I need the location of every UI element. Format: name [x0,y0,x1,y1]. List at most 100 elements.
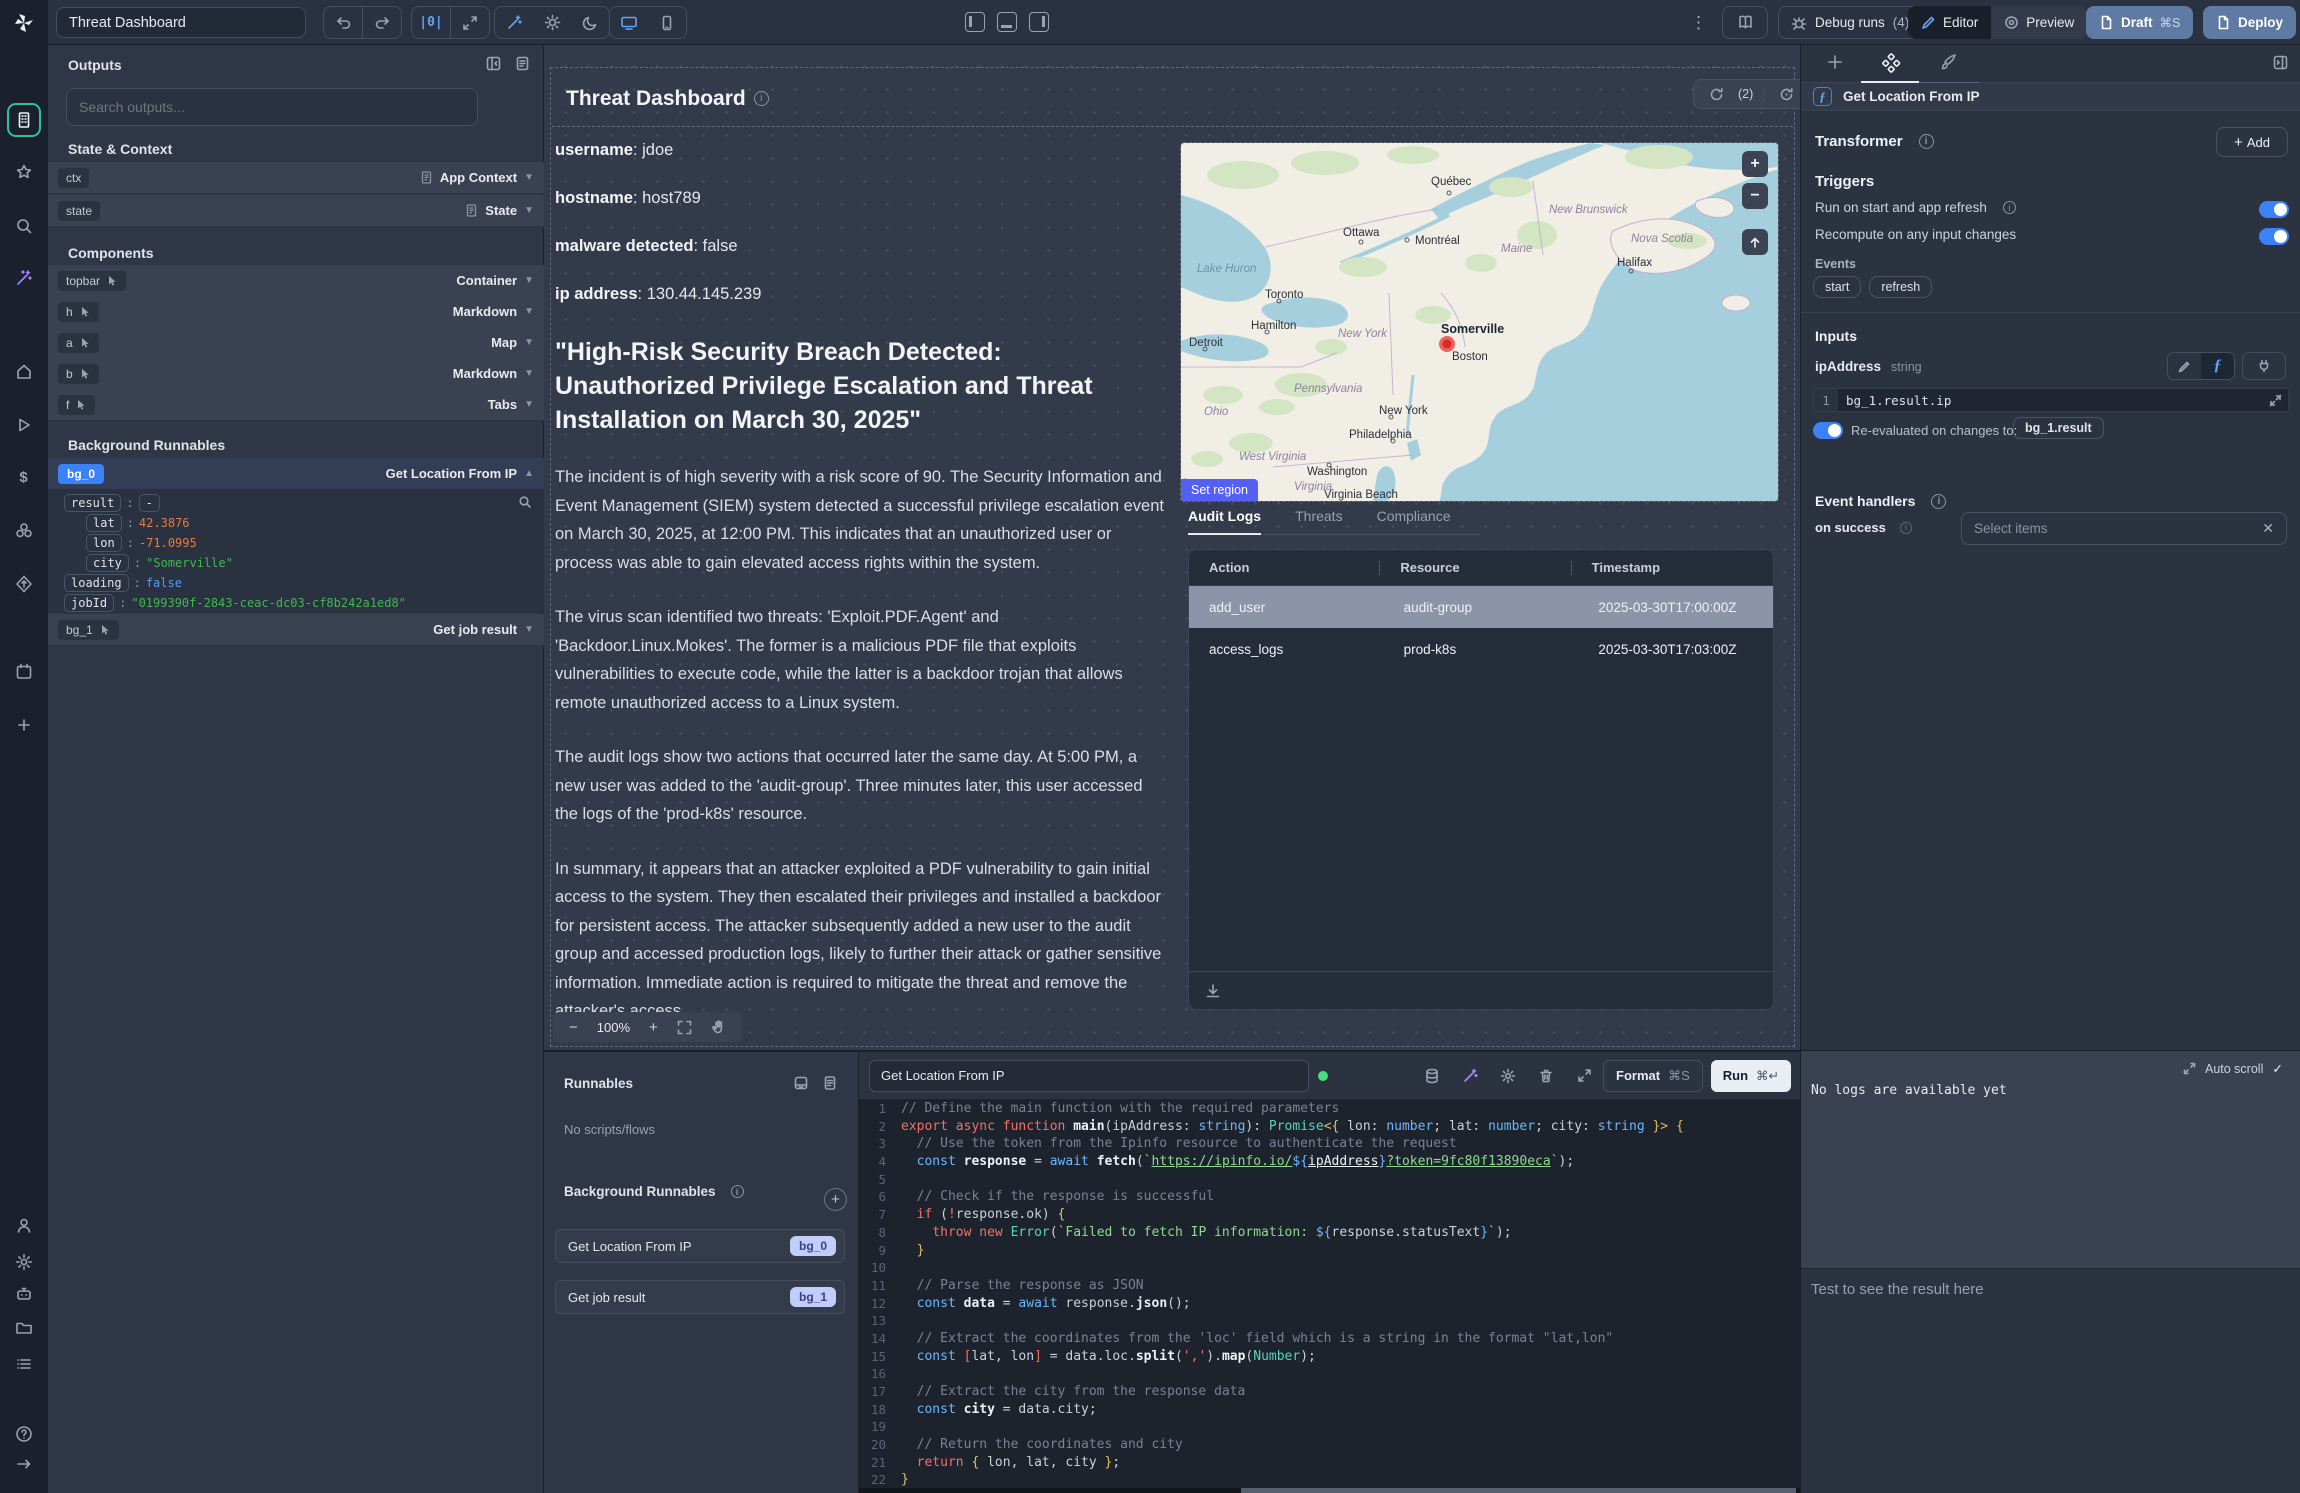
expand-editor-icon[interactable] [1565,1068,1603,1083]
rail-favorites-icon[interactable] [15,163,33,181]
table-header-cell[interactable]: Timestamp [1572,560,1773,575]
rail-add-icon[interactable] [16,717,32,733]
expand-canvas-button[interactable] [451,7,489,38]
on-success-select[interactable]: Select items ✕ [1961,512,2287,545]
format-button[interactable]: Format⌘S [1603,1060,1703,1092]
pan-hand-icon[interactable] [711,1020,726,1035]
rail-schedules-icon[interactable] [15,575,33,593]
ai-assist-icon[interactable] [1451,1068,1489,1084]
state-context-row[interactable]: ctxApp Context▼ [48,162,544,194]
refresh-app-button[interactable] [1694,80,1738,108]
more-menu-icon[interactable]: ⋮ [1690,13,1707,33]
dark-mode-icon[interactable] [571,7,609,38]
add-bg-runnable-button[interactable]: + [824,1188,847,1211]
component-row-h[interactable]: h Markdown▼ [48,296,544,328]
reeval-dep-chip[interactable]: bg_1.result [2013,417,2104,439]
static-mode-icon[interactable] [2168,353,2201,379]
component-row-f[interactable]: f Tabs▼ [48,389,544,421]
set-region-button[interactable]: Set region [1181,479,1258,501]
auto-scroll-checkbox[interactable]: ✓ [2272,1061,2282,1076]
tab-compliance[interactable]: Compliance [1377,508,1451,534]
editor-settings-icon[interactable] [1489,1068,1527,1084]
rail-folders-icon[interactable] [15,1319,33,1337]
preview-tab[interactable]: Preview [1991,6,2087,39]
rail-runs-icon[interactable] [16,417,32,433]
runnable-title-input[interactable] [869,1060,1309,1092]
rail-search-icon[interactable] [15,217,33,235]
doc-list-icon[interactable] [515,56,530,71]
db-schema-icon[interactable] [1413,1068,1451,1084]
tab-audit-logs[interactable]: Audit Logs [1188,508,1261,535]
toggle-right-panel-icon[interactable] [1029,12,1049,32]
component-settings-tab[interactable] [1881,53,1901,73]
docs-button[interactable] [1722,6,1768,39]
table-header-cell[interactable]: Action [1189,560,1390,575]
horizontal-scrollbar[interactable] [859,1488,1801,1493]
app-title-input[interactable] [56,7,306,38]
rail-help-icon[interactable] [15,1425,33,1443]
map[interactable]: QuébecOttawaMontréalNew BrunswickNova Sc… [1181,143,1778,501]
search-outputs-input[interactable] [66,88,478,126]
mobile-view-icon[interactable] [648,7,686,38]
bg-runnable-item-bg_0[interactable]: Get Location From IPbg_0 [555,1229,845,1263]
map-component[interactable]: QuébecOttawaMontréalNew BrunswickNova Sc… [1181,143,1778,501]
topbar-component[interactable]: Threat Dashboard i [552,71,1793,127]
state-context-row[interactable]: stateState▼ [48,195,544,227]
rail-user-icon[interactable] [15,1217,33,1235]
download-icon[interactable] [1205,983,1221,999]
input-expression[interactable]: 1bg_1.result.ip [1813,388,2289,412]
draft-button[interactable]: Draft⌘S [2086,6,2193,39]
styling-tab[interactable] [1939,53,1958,72]
editor-tab[interactable]: Editor [1908,6,1991,39]
json-search-icon[interactable] [518,495,532,509]
ai-wand-icon[interactable] [495,7,533,38]
component-row-topbar[interactable]: topbar Container▼ [48,265,544,297]
map-zoom-out-button[interactable]: − [1742,183,1768,209]
toggle-bottom-panel-icon[interactable] [997,12,1017,32]
markdown-component-h[interactable]: username: jdoehostname: host789malware d… [555,140,1167,1026]
run-on-start-toggle[interactable] [2259,201,2289,218]
toggle-left-panel-icon[interactable] [965,12,985,32]
bg0-output-row[interactable]: bg_0 Get Location From IP▲ [48,458,544,490]
tab-threats[interactable]: Threats [1295,508,1342,534]
collapse-panel-icon[interactable] [486,56,501,71]
insert-component-tab[interactable] [1826,53,1844,71]
zoom-in-button[interactable]: + [649,1019,658,1036]
rail-home-icon[interactable] [15,363,33,381]
zoom-out-button[interactable]: − [569,1019,578,1036]
rail-ai-wand-icon[interactable] [15,269,33,287]
fit-view-icon[interactable] [677,1020,692,1035]
map-zoom-in-button[interactable]: + [1742,151,1768,177]
reeval-toggle[interactable] [1813,422,1843,439]
component-row-a[interactable]: a Map▼ [48,327,544,359]
code-editor[interactable]: 1// Define the main function with the re… [859,1100,1801,1488]
map-locate-button[interactable] [1742,229,1768,255]
component-row-b[interactable]: b Markdown▼ [48,358,544,390]
expand-logs-icon[interactable] [2183,1062,2196,1075]
rail-logout-icon[interactable] [15,1455,33,1473]
table-row[interactable]: access_logsprod-k8s2025-03-30T17:03:00Z [1189,628,1773,670]
expand-expression-icon[interactable] [2269,394,2282,407]
rail-variables-icon[interactable]: $ [19,469,27,486]
event-chip-refresh[interactable]: refresh [1869,276,1932,298]
windmill-logo[interactable] [0,0,48,45]
light-mode-icon[interactable] [533,7,571,38]
redo-button[interactable] [363,7,401,38]
add-transformer-button[interactable]: +Add [2216,127,2288,157]
clear-select-icon[interactable]: ✕ [2262,520,2274,537]
rail-resources-icon[interactable] [14,521,33,540]
rail-outputs-icon[interactable] [7,103,41,137]
rail-calendar-icon[interactable] [15,663,32,680]
connect-input-icon[interactable] [2242,352,2286,380]
undo-button[interactable] [324,7,362,38]
bg-runnable-item-bg_1[interactable]: Get job resultbg_1 [555,1280,845,1314]
eval-mode-icon[interactable]: ƒ [2201,353,2234,379]
table-header-cell[interactable]: Resource [1380,560,1581,575]
delete-icon[interactable] [1527,1068,1565,1084]
rail-list-icon[interactable] [15,1355,33,1373]
table-row[interactable]: add_useraudit-group2025-03-30T17:00:00Z [1189,586,1773,628]
debug-runs-button[interactable]: Debug runs(4) [1778,6,1922,39]
rail-settings-icon[interactable] [15,1253,33,1271]
collapse-right-panel-icon[interactable] [2273,55,2288,70]
recompute-toggle[interactable] [2259,228,2289,245]
